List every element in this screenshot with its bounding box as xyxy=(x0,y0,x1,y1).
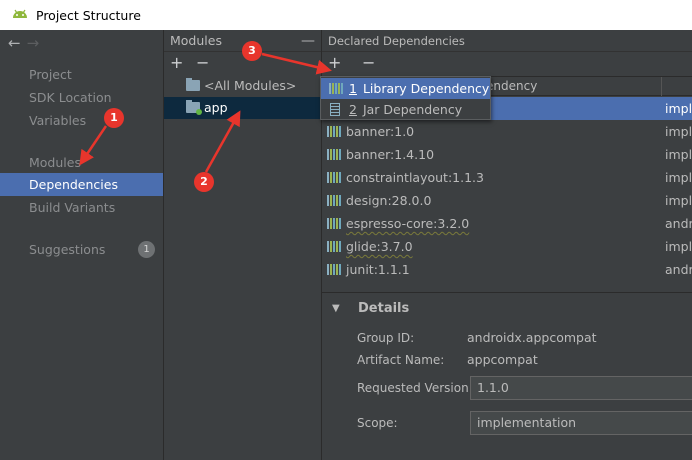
dependency-scope: imple xyxy=(665,101,692,116)
library-icon xyxy=(327,126,341,137)
dependency-row[interactable]: banner:1.0 imple xyxy=(322,120,692,143)
group-id-label: Group ID: xyxy=(357,331,415,345)
scope-label: Scope: xyxy=(357,416,398,430)
dependency-scope: imple xyxy=(665,170,692,185)
column-divider[interactable] xyxy=(661,77,662,96)
nav-item-dependencies[interactable]: Dependencies xyxy=(0,173,163,196)
android-icon xyxy=(10,5,30,25)
library-icon xyxy=(327,149,341,160)
menu-item-label: Jar Dependency xyxy=(362,102,463,117)
dependency-row[interactable]: espresso-core:3.2.0 andr xyxy=(322,212,692,235)
library-icon xyxy=(327,264,341,275)
modules-panel: Modules — + − <All Modules> app xyxy=(164,30,322,460)
back-arrow-icon[interactable]: ← xyxy=(8,34,21,52)
title-bar: Project Structure xyxy=(0,0,692,30)
dependency-scope: imple xyxy=(665,239,692,254)
annotation-marker-2: 2 xyxy=(194,172,214,192)
modules-header-label: Modules xyxy=(170,33,222,48)
remove-module-button[interactable]: − xyxy=(196,53,209,73)
menu-item-label: Library Dependency xyxy=(362,81,490,96)
menu-item-mnemonic: 2 xyxy=(349,102,357,117)
history-arrows: ← → xyxy=(8,34,39,52)
nav-item-build-variants[interactable]: Build Variants xyxy=(0,196,163,219)
module-folder-icon xyxy=(186,100,202,115)
library-icon xyxy=(327,241,341,252)
nav-item-project[interactable]: Project xyxy=(0,63,163,86)
artifact-name-value: appcompat xyxy=(467,352,538,367)
dependency-scope: imple xyxy=(665,124,692,139)
details-title: Details xyxy=(358,301,410,316)
details-section: ▼ Details Group ID: androidx.appcompat A… xyxy=(322,292,692,460)
jar-icon xyxy=(330,103,340,116)
dependency-name: junit:1.1.1 xyxy=(346,262,410,277)
remove-dependency-button[interactable]: − xyxy=(362,53,375,73)
window-title: Project Structure xyxy=(36,7,141,23)
annotation-marker-1: 1 xyxy=(104,108,124,128)
nav-item-modules[interactable]: Modules xyxy=(0,151,163,174)
dependency-scope: andr xyxy=(665,216,692,231)
column-header-dependency[interactable]: endency xyxy=(486,79,537,93)
library-icon xyxy=(329,83,343,94)
settings-nav-panel: ← → Project SDK Location Variables Module… xyxy=(0,30,164,460)
add-module-button[interactable]: + xyxy=(170,53,183,73)
requested-version-field[interactable]: 1.1.0 xyxy=(470,376,692,400)
dependency-name: design:28.0.0 xyxy=(346,193,432,208)
dependency-scope: andr xyxy=(665,262,692,277)
suggestions-label: Suggestions xyxy=(29,242,106,257)
library-icon xyxy=(327,195,341,206)
library-icon xyxy=(327,218,341,229)
dependency-row[interactable]: glide:3.7.0 imple xyxy=(322,235,692,258)
add-dependency-popup-menu: 1 Library Dependency 2 Jar Dependency xyxy=(320,76,491,120)
menu-item-mnemonic: 1 xyxy=(349,81,357,96)
dependency-name: glide:3.7.0 xyxy=(346,239,413,254)
collapse-triangle-icon[interactable]: ▼ xyxy=(332,303,340,314)
module-item-app[interactable]: app xyxy=(164,97,322,119)
module-label: app xyxy=(204,100,228,115)
dependency-scope: imple xyxy=(665,193,692,208)
dependencies-toolbar: + − xyxy=(322,52,692,74)
nav-item-suggestions[interactable]: Suggestions 1 xyxy=(0,238,163,261)
folder-icon xyxy=(186,78,200,91)
dependency-scope: imple xyxy=(665,147,692,162)
dependencies-header: Declared Dependencies xyxy=(322,30,692,52)
annotation-marker-3: 3 xyxy=(242,41,262,61)
forward-arrow-icon[interactable]: → xyxy=(27,34,40,52)
artifact-name-label: Artifact Name: xyxy=(357,353,445,367)
module-item-all-modules[interactable]: <All Modules> xyxy=(164,75,322,97)
dependency-row[interactable]: junit:1.1.1 andr xyxy=(322,258,692,281)
dependency-name: constraintlayout:1.1.3 xyxy=(346,170,484,185)
dependency-name: banner:1.0 xyxy=(346,124,415,139)
menu-item-library-dependency[interactable]: 1 Library Dependency xyxy=(321,78,490,99)
library-icon xyxy=(327,172,341,183)
suggestions-count-badge: 1 xyxy=(138,241,155,258)
dependency-name: banner:1.4.10 xyxy=(346,147,435,162)
dependency-name: espresso-core:3.2.0 xyxy=(346,216,470,231)
group-id-value: androidx.appcompat xyxy=(467,330,597,345)
requested-version-label: Requested Version: xyxy=(357,381,473,395)
dependency-row[interactable]: constraintlayout:1.1.3 imple xyxy=(322,166,692,189)
nav-item-variables[interactable]: Variables xyxy=(0,109,163,132)
add-dependency-button[interactable]: + xyxy=(328,53,341,73)
module-label: <All Modules> xyxy=(204,78,297,93)
nav-item-sdk-location[interactable]: SDK Location xyxy=(0,86,163,109)
dependency-row[interactable]: banner:1.4.10 imple xyxy=(322,143,692,166)
dependency-row[interactable]: design:28.0.0 imple xyxy=(322,189,692,212)
scope-field[interactable]: implementation xyxy=(470,411,692,435)
collapse-icon[interactable]: — xyxy=(301,30,315,52)
menu-item-jar-dependency[interactable]: 2 Jar Dependency xyxy=(321,99,490,120)
